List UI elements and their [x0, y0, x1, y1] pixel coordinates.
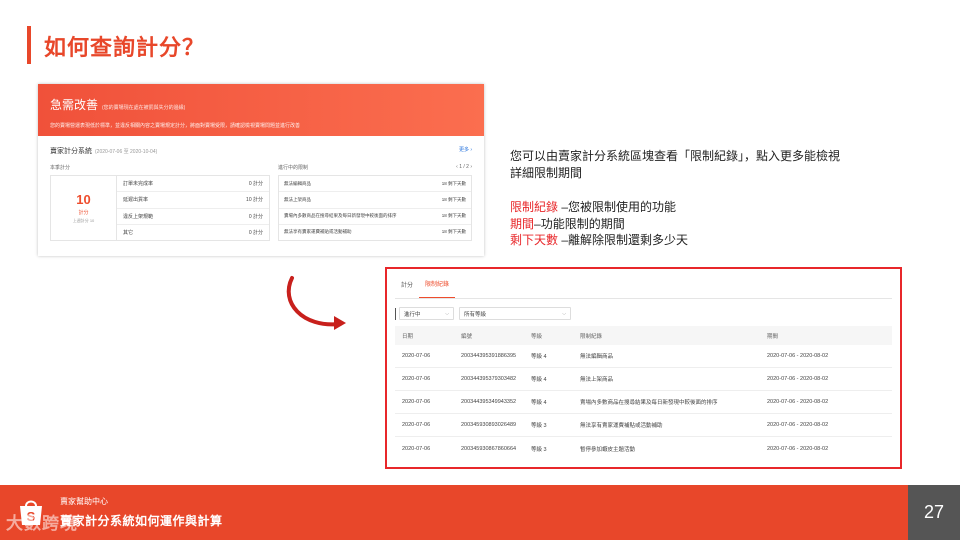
level-select[interactable]: 所有等級 ⌵ — [459, 307, 571, 320]
more-link[interactable]: 更多 › — [459, 146, 472, 153]
current-points-label: 本季計分 — [50, 164, 71, 171]
restriction-item: 無法上架商品 18 剩下天數 — [279, 192, 471, 209]
restriction-item: 無法享有賣家運費補貼或活動補助 18 剩下天數 — [284, 229, 466, 235]
definition-item: 限制紀錄 –您被限制使用的功能 — [510, 200, 677, 214]
restriction-record-panel: 計分 限制紀錄 進行中 ⌵ 所有等級 ⌵ 日期 編號 等級 限制紀錄 期間 2020… — [385, 267, 902, 469]
footer-title: 賣家計分系統如何運作與計算 — [60, 514, 223, 528]
seller-score-panel: 急需改善 (您的賣場現在處在被罰與失分的邊緣) 您的賣場營運表現低於標準，並違反相… — [38, 84, 484, 256]
table-row: 2020-07-06 200344395379303482 等級 4 無法上架商… — [395, 368, 892, 391]
description: 您可以由賣家計分系統區塊查看「限制紀錄」，點入更多能檢視 詳細限制期間 — [510, 149, 841, 180]
score-box: 10 計分 上週計分 10 訂單未完成率 0 計分 延遲出貨率 10 計分 違反上架… — [50, 175, 270, 241]
tab-bar: 計分 限制紀錄 — [395, 269, 892, 299]
banner-title: 急需改善 — [50, 98, 99, 112]
banner-title-note: (您的賣場現在處在被罰與失分的邊緣) — [102, 105, 186, 111]
chevron-down-icon: ⌵ — [445, 310, 449, 317]
score-item: 訂單未完成率 0 計分 — [117, 176, 269, 193]
slide: 如何查詢計分？ 急需改善 (您的賣場現在處在被罰與失分的邊緣) 您的賣場營運表現低… — [0, 0, 960, 540]
score-item: 其它 0 計分 — [123, 229, 263, 236]
restriction-item: 無法編輯商品 18 剩下天數 — [279, 176, 471, 193]
table-row: 2020-07-06 200345930893026489 等級 3 無法享有賣… — [395, 414, 892, 437]
page-number: 27 — [908, 485, 960, 540]
tab-points[interactable]: 計分 — [395, 280, 419, 298]
restriction-table: 日期 編號 等級 限制紀錄 期間 2020-07-06 200344395391… — [395, 326, 892, 460]
section-period: (2020-07-06 至 2020-10-04) — [95, 149, 158, 155]
definitions: 限制紀錄 –您被限制使用的功能 期間–功能限制的期間 剩下天數 –離解除限制還剩… — [510, 199, 688, 249]
restrictions-box: 無法編輯商品 18 剩下天數 無法上架商品 18 剩下天數 賣場內多數商品在搜尋結果… — [278, 175, 472, 241]
section-title: 賣家計分系統 — [50, 148, 92, 155]
definition-item: 期間–功能限制的期間 — [510, 216, 625, 231]
score-value: 10 — [76, 191, 91, 207]
slide-title: 如何查詢計分？ — [44, 35, 206, 60]
title-accent-bar — [27, 26, 31, 64]
restrictions-label: 進行中的限制 — [278, 164, 309, 171]
status-select[interactable]: 進行中 ⌵ — [399, 307, 454, 320]
table-row: 2020-07-06 200344395349943352 等級 4 賣場內多數… — [395, 391, 892, 414]
text-cursor — [395, 307, 396, 320]
table-row: 2020-07-06 200344395391886395 等級 4 無法編輯商… — [395, 345, 892, 368]
warning-banner: 急需改善 (您的賣場現在處在被罰與失分的邊緣) 您的賣場營運表現低於標準，並違反相… — [38, 84, 484, 136]
curved-arrow-icon — [286, 276, 346, 330]
table-row: 2020-07-06 200345930867860664 等級 3 暫停參加蝦… — [402, 445, 829, 453]
filters: 進行中 ⌵ 所有等級 ⌵ — [395, 307, 892, 320]
pager[interactable]: ‹ 1 / 2 › — [456, 164, 472, 170]
score-prev: 上週計分 10 — [72, 217, 95, 223]
chevron-down-icon: ⌵ — [562, 310, 566, 317]
score-item: 延遲出貨率 10 計分 — [117, 192, 269, 209]
footer-subtitle: 賣家幫助中心 — [60, 497, 108, 506]
definition-item: 剩下天數 –離解除限制還剩多少天 — [510, 233, 689, 247]
tab-restriction-record[interactable]: 限制紀錄 — [419, 279, 456, 298]
score-item: 違反上架規範 0 計分 — [117, 209, 269, 225]
score-unit: 計分 — [78, 209, 89, 216]
banner-subtitle: 您的賣場營運表現低於標準，並違反相關內容之賣場規定計分，將面對賣場受限，請確認檢… — [50, 123, 301, 129]
restriction-item: 賣場內多數商品在搜尋結果及每日新發現中較後面的排序 18 剩下天數 — [279, 209, 471, 225]
table-header: 日期 編號 等級 限制紀錄 期間 — [395, 326, 892, 345]
